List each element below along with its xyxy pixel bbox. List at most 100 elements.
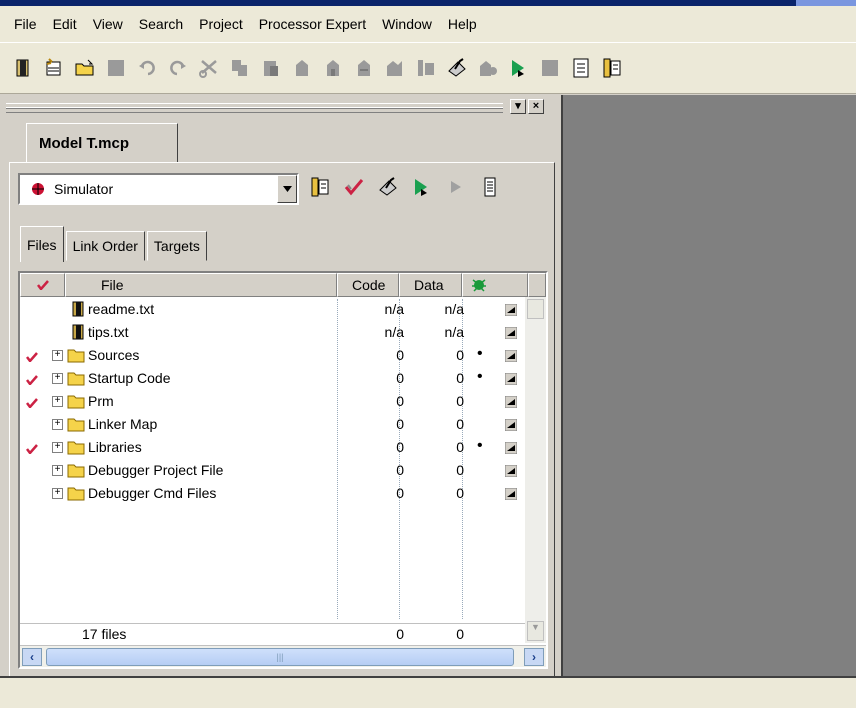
checkmark-icon[interactable] [26, 349, 38, 365]
folder-row[interactable]: + Libraries 0 0 • [20, 437, 525, 460]
code-size: 0 [396, 347, 404, 363]
folder-row[interactable]: + Debugger Project File 0 0 [20, 460, 525, 483]
file-name: readme.txt [88, 301, 155, 317]
scroll-up-button[interactable] [527, 299, 544, 319]
scroll-thumb[interactable]: ||| [46, 648, 514, 666]
menu-file[interactable]: File [6, 12, 45, 36]
project-inspector-icon[interactable] [475, 174, 505, 200]
menu-view[interactable]: View [85, 12, 131, 36]
find-icon[interactable] [289, 55, 315, 81]
undo-icon[interactable] [134, 55, 160, 81]
target-settings-icon[interactable] [599, 55, 625, 81]
code-size: 0 [396, 485, 404, 501]
file-list: File Code Data readme.txt n/a n/a tips.txt n… [18, 271, 548, 669]
code-size: 0 [396, 393, 404, 409]
expand-icon[interactable]: + [52, 488, 63, 499]
stop-icon[interactable] [537, 55, 563, 81]
tab-targets[interactable]: Targets [146, 231, 207, 261]
target-flag-icon[interactable] [504, 326, 518, 342]
column-header: File Code Data [20, 273, 546, 297]
data-size: 0 [456, 416, 464, 432]
new-project-icon[interactable] [41, 55, 67, 81]
scroll-right-button[interactable]: › [524, 648, 544, 666]
folder-row[interactable]: + Sources 0 0 • [20, 345, 525, 368]
checkmark-icon[interactable] [26, 372, 38, 388]
target-flag-icon[interactable] [504, 395, 518, 411]
target-flag-icon[interactable] [504, 303, 518, 319]
redo-icon[interactable] [165, 55, 191, 81]
debug-icon[interactable] [475, 55, 501, 81]
window-grip-lower [6, 107, 503, 113]
cut-icon[interactable] [196, 55, 222, 81]
folder-icon [67, 439, 85, 458]
project-tab[interactable]: Model T.mcp [26, 123, 178, 163]
run-icon[interactable] [441, 174, 471, 200]
open-folder-icon[interactable] [72, 55, 98, 81]
folder-row[interactable]: + Startup Code 0 0 • [20, 368, 525, 391]
target-flag-icon[interactable] [504, 349, 518, 365]
paste-icon[interactable] [258, 55, 284, 81]
expand-icon[interactable]: + [52, 350, 63, 361]
debug-marker: • [477, 368, 483, 385]
file-name: Debugger Cmd Files [88, 485, 217, 501]
target-flag-icon[interactable] [504, 418, 518, 434]
new-file-icon[interactable] [10, 55, 36, 81]
column-file[interactable]: File [65, 273, 337, 297]
file-name: tips.txt [88, 324, 129, 340]
main-toolbar [0, 42, 856, 94]
save-icon[interactable] [103, 55, 129, 81]
menu-window[interactable]: Window [374, 12, 440, 36]
target-flag-icon[interactable] [504, 487, 518, 503]
expand-icon[interactable]: + [52, 442, 63, 453]
expand-icon[interactable]: + [52, 396, 63, 407]
compare-icon[interactable] [382, 55, 408, 81]
expand-icon[interactable]: + [52, 373, 63, 384]
code-size: 0 [396, 439, 404, 455]
menu-search[interactable]: Search [131, 12, 191, 36]
scroll-down-button[interactable]: ▼ [527, 621, 544, 641]
tab-files[interactable]: Files [20, 226, 64, 262]
expand-icon[interactable]: + [52, 419, 63, 430]
bug-icon [471, 276, 487, 295]
synchronize-icon[interactable] [339, 174, 369, 200]
replace-icon[interactable] [351, 55, 377, 81]
close-icon[interactable]: × [528, 99, 544, 114]
expand-icon[interactable]: + [52, 465, 63, 476]
target-settings-icon[interactable] [305, 174, 335, 200]
folder-row[interactable]: + Debugger Cmd Files 0 0 [20, 483, 525, 506]
checkmark-icon[interactable] [26, 395, 38, 411]
column-code[interactable]: Code [337, 273, 399, 297]
vertical-scrollbar[interactable]: ▼ [525, 297, 546, 643]
scroll-left-button[interactable]: ‹ [22, 648, 42, 666]
run-icon[interactable] [506, 55, 532, 81]
file-row[interactable]: tips.txt n/a n/a [20, 322, 525, 345]
checkmark-icon[interactable] [26, 441, 38, 457]
folder-row[interactable]: + Linker Map 0 0 [20, 414, 525, 437]
file-row[interactable]: readme.txt n/a n/a [20, 299, 525, 322]
make-icon[interactable] [373, 174, 403, 200]
menu-bar: File Edit View Search Project Processor … [0, 6, 856, 42]
target-flag-icon[interactable] [504, 441, 518, 457]
settings-icon[interactable] [568, 55, 594, 81]
debug-icon[interactable] [407, 174, 437, 200]
column-data[interactable]: Data [399, 273, 462, 297]
tab-link-order[interactable]: Link Order [65, 231, 145, 261]
make-icon[interactable] [444, 55, 470, 81]
folder-row[interactable]: + Prm 0 0 [20, 391, 525, 414]
target-flag-icon[interactable] [504, 464, 518, 480]
menu-help[interactable]: Help [440, 12, 485, 36]
mdi-workspace [563, 95, 856, 676]
chevron-down-icon[interactable] [277, 175, 297, 203]
menu-project[interactable]: Project [191, 12, 251, 36]
column-check[interactable] [20, 273, 65, 297]
menu-processor-expert[interactable]: Processor Expert [251, 12, 374, 36]
horizontal-scrollbar[interactable]: ‹ ||| › [20, 645, 546, 667]
copy-icon[interactable] [227, 55, 253, 81]
target-dropdown[interactable]: Simulator [18, 173, 299, 205]
panel-icon[interactable] [413, 55, 439, 81]
target-flag-icon[interactable] [504, 372, 518, 388]
minimize-icon[interactable]: ▾ [510, 99, 526, 114]
find-next-icon[interactable] [320, 55, 346, 81]
column-debug[interactable] [462, 273, 528, 297]
menu-edit[interactable]: Edit [45, 12, 85, 36]
